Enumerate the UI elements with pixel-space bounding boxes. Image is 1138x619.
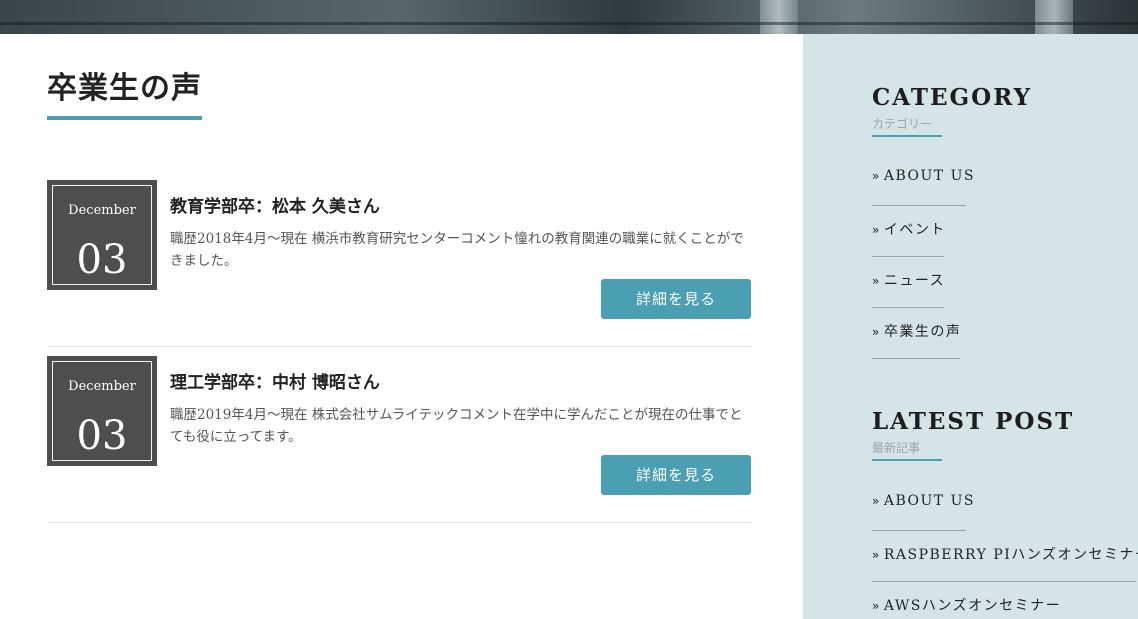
category-item[interactable]: » イベント — [872, 207, 944, 257]
category-item-label: イベント — [883, 222, 946, 238]
post-excerpt: 職歴2019年4月～現在 株式会社サムライテックコメント在学中に学んだことが現在… — [170, 407, 743, 445]
details-button[interactable]: 詳細を見る — [601, 279, 751, 319]
double-chevron-right-icon: » — [872, 548, 881, 562]
latest-post-widget-title: LATEST POST — [872, 408, 1075, 435]
category-widget-title: CATEGORY — [872, 84, 1033, 111]
post-item: December 03 理工学部卒：中村 博昭さん 職歴2019年4月～現在 株… — [47, 356, 751, 523]
details-button[interactable]: 詳細を見る — [601, 455, 751, 495]
latest-post-list: » ABOUT US » RASPBERRY PIハンズオンセミナー » AWSハンズ… — [872, 481, 1138, 619]
latest-post-item[interactable]: » AWSハンズオンセミナー — [872, 583, 1062, 619]
double-chevron-right-icon: » — [872, 599, 881, 613]
latest-post-item-label: RASPBERRY PIハンズオンセミナー — [883, 547, 1138, 563]
latest-post-item[interactable]: » ABOUT US — [872, 481, 973, 531]
double-chevron-right-icon: » — [872, 494, 881, 508]
category-item-label: ABOUT US — [883, 168, 975, 184]
date-box: December 03 — [47, 180, 157, 290]
double-chevron-right-icon: » — [872, 169, 881, 183]
hero-banner-image — [0, 0, 1138, 34]
double-chevron-right-icon: » — [872, 223, 881, 237]
category-item-label: ニュース — [883, 273, 946, 289]
latest-post-item[interactable]: » RASPBERRY PIハンズオンセミナー — [872, 532, 1138, 582]
category-list: » ABOUT US » イベント » ニュース » 卒業生の声 — [872, 156, 973, 360]
category-item[interactable]: » 卒業生の声 — [872, 309, 960, 359]
post-excerpt: 職歴2018年4月～現在 横浜市教育研究センターコメント憧れの教育関連の職業に就… — [170, 231, 744, 269]
latest-post-widget-subtitle: 最新記事 — [872, 439, 942, 461]
double-chevron-right-icon: » — [872, 325, 881, 339]
date-day: 03 — [76, 413, 128, 459]
date-day: 03 — [76, 237, 128, 283]
latest-post-item-label: ABOUT US — [883, 493, 975, 509]
date-month: December — [68, 203, 136, 218]
page-title: 卒業生の声 — [47, 70, 202, 120]
latest-post-item-label: AWSハンズオンセミナー — [883, 598, 1062, 614]
main-content: 卒業生の声 December 03 教育学部卒：松本 久美さん 職歴2018年4… — [0, 34, 803, 619]
date-month: December — [68, 379, 136, 394]
category-item[interactable]: » ニュース — [872, 258, 944, 308]
date-box: December 03 — [47, 356, 157, 466]
post-title[interactable]: 教育学部卒：松本 久美さん — [170, 192, 380, 217]
double-chevron-right-icon: » — [872, 274, 881, 288]
category-item-label: 卒業生の声 — [883, 324, 962, 340]
post-item: December 03 教育学部卒：松本 久美さん 職歴2018年4月～現在 横… — [47, 180, 751, 347]
category-item[interactable]: » ABOUT US — [872, 156, 973, 206]
post-title[interactable]: 理工学部卒：中村 博昭さん — [170, 368, 380, 393]
sidebar: CATEGORY カテゴリー » ABOUT US » イベント » ニュース » 卒業… — [803, 34, 1138, 619]
category-widget-subtitle: カテゴリー — [872, 115, 942, 137]
